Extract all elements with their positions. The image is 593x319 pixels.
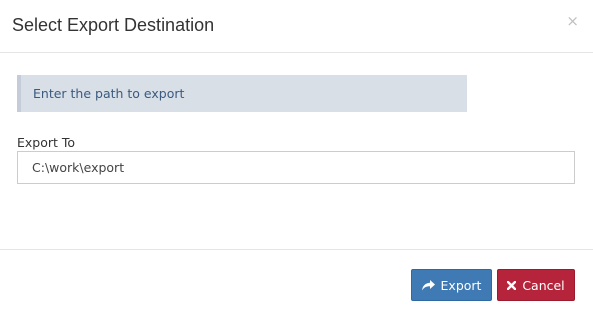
export-button[interactable]: Export <box>411 269 492 301</box>
cancel-button-label: Cancel <box>522 277 565 293</box>
info-alert-text: Enter the path to export <box>33 86 185 101</box>
dialog-title: Select Export Destination <box>12 15 215 35</box>
dialog-header: Select Export Destination × <box>0 0 593 53</box>
dialog-body: Enter the path to export Export To <box>0 53 593 249</box>
info-alert: Enter the path to export <box>17 75 467 112</box>
x-icon <box>507 280 517 290</box>
share-arrow-icon <box>421 279 435 291</box>
export-button-label: Export <box>440 277 482 293</box>
close-icon[interactable]: × <box>566 12 579 30</box>
cancel-button[interactable]: Cancel <box>497 269 575 301</box>
export-to-label: Export To <box>17 135 76 150</box>
export-dialog: Select Export Destination × Enter the pa… <box>0 0 593 319</box>
export-path-input[interactable] <box>17 151 575 184</box>
dialog-footer: Export Cancel <box>0 249 593 319</box>
